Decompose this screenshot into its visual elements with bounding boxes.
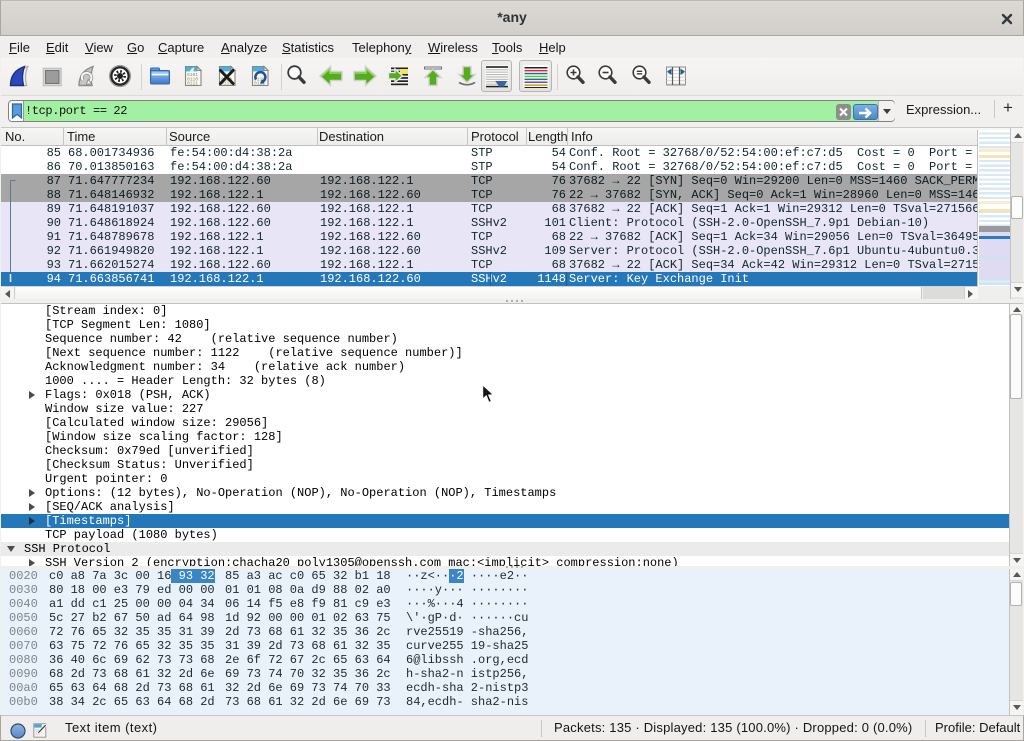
svg-text:0111: 0111 — [187, 81, 198, 87]
